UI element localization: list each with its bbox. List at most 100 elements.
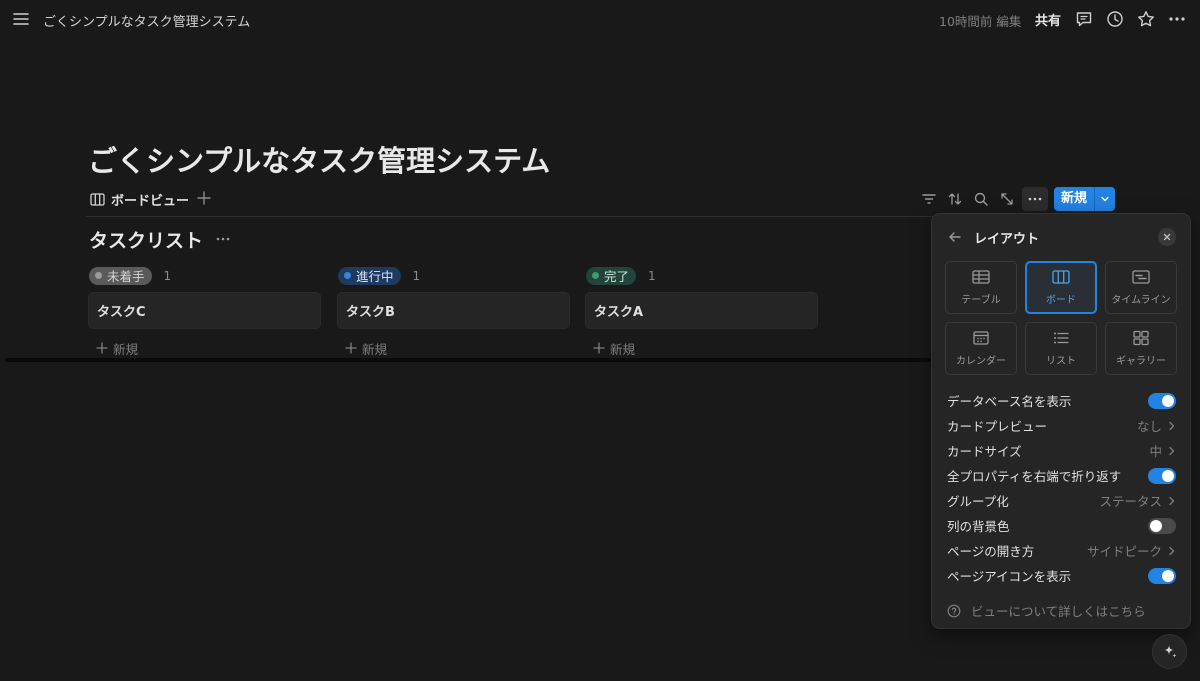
setting-value[interactable]: なし	[1137, 416, 1176, 435]
setting-label: 列の背景色	[947, 519, 1010, 534]
database-title[interactable]: タスクリスト	[89, 226, 203, 253]
layout-option-table[interactable]: テーブル	[945, 261, 1017, 314]
close-icon[interactable]	[1158, 228, 1176, 246]
help-link[interactable]: ビューについて詳しくはこちら	[947, 601, 1146, 620]
top-bar: ごくシンプルなタスク管理システム 10時間前 編集 共有	[0, 0, 1200, 38]
setting-card-preview[interactable]: カードプレビュー なし	[932, 413, 1190, 438]
setting-value-text: ステータス	[1099, 494, 1162, 509]
setting-card-size[interactable]: カードサイズ 中	[932, 438, 1190, 463]
layout-option-timeline[interactable]: タイムライン	[1105, 261, 1177, 314]
column-new-button[interactable]: 新規	[338, 338, 569, 358]
layout-option-gallery[interactable]: ギャラリー	[1105, 322, 1177, 375]
setting-label: ページアイコンを表示	[947, 569, 1072, 584]
new-button-label[interactable]: 新規	[1054, 187, 1094, 211]
hamburger-menu-icon[interactable]	[12, 10, 30, 28]
table-icon	[972, 269, 990, 285]
breadcrumb-title[interactable]: ごくシンプルなタスク管理システム	[43, 11, 250, 30]
search-icon[interactable]	[973, 191, 989, 207]
layout-options: テーブル ボード タイムライン カレンダー リスト ギャラリー	[945, 261, 1177, 375]
toggle-switch[interactable]	[1148, 467, 1176, 484]
column-new-button[interactable]: 新規	[89, 338, 320, 358]
setting-value[interactable]: ステータス	[1099, 491, 1176, 510]
setting-label: カードサイズ	[947, 444, 1022, 459]
column-header: 完了 1	[586, 266, 817, 285]
column-count: 1	[648, 268, 656, 283]
expand-icon[interactable]	[999, 191, 1015, 207]
setting-label: カードプレビュー	[947, 419, 1048, 434]
setting-show-page-icon[interactable]: ページアイコンを表示	[932, 563, 1190, 588]
status-badge[interactable]: 進行中	[338, 266, 401, 285]
tab-board-view[interactable]: ボードビュー	[90, 189, 189, 209]
ai-assistant-button[interactable]	[1153, 635, 1186, 668]
status-label: 未着手	[107, 269, 145, 284]
chevron-right-icon	[1168, 421, 1176, 431]
column-new-label: 新規	[362, 341, 388, 357]
setting-label: 全プロパティを右端で折り返す	[947, 469, 1122, 484]
sparkle-icon	[1162, 644, 1178, 660]
layout-option-label: テーブル	[961, 295, 1001, 306]
layout-option-label: リスト	[1046, 356, 1076, 367]
setting-open-pages-in[interactable]: ページの開き方 サイドピーク	[932, 538, 1190, 563]
layout-option-label: タイムライン	[1111, 295, 1171, 306]
gallery-icon	[1132, 330, 1150, 346]
setting-group-by[interactable]: グループ化 ステータス	[932, 488, 1190, 513]
layout-option-label: ギャラリー	[1116, 356, 1166, 367]
task-card[interactable]: タスクA	[586, 293, 817, 328]
column-count: 1	[412, 268, 421, 283]
chevron-right-icon	[1168, 496, 1176, 506]
calendar-icon	[972, 330, 990, 346]
plus-icon	[344, 341, 358, 355]
layout-option-list[interactable]: リスト	[1025, 322, 1097, 375]
filter-icon[interactable]	[921, 191, 937, 207]
status-badge[interactable]: 完了	[586, 266, 637, 285]
more-options-button[interactable]	[1022, 187, 1048, 211]
add-view-icon[interactable]	[196, 190, 212, 206]
toggle-switch[interactable]	[1148, 517, 1176, 534]
plus-icon	[592, 341, 606, 355]
setting-value[interactable]: サイドピーク	[1087, 541, 1176, 560]
more-horizontal-icon[interactable]	[1168, 10, 1186, 28]
board-icon	[1052, 269, 1070, 285]
history-clock-icon[interactable]	[1106, 10, 1124, 28]
setting-column-background[interactable]: 列の背景色	[932, 513, 1190, 538]
status-dot-icon	[95, 272, 102, 279]
layout-option-label: カレンダー	[956, 356, 1006, 367]
timeline-icon	[1132, 269, 1150, 285]
star-icon[interactable]	[1137, 10, 1155, 28]
comment-icon[interactable]	[1075, 10, 1093, 28]
layout-option-board[interactable]: ボード	[1025, 261, 1097, 314]
list-icon	[1052, 330, 1070, 346]
column-new-button[interactable]: 新規	[586, 338, 817, 358]
task-card[interactable]: タスクB	[338, 293, 569, 328]
view-divider	[86, 216, 938, 217]
status-label: 進行中	[356, 269, 394, 284]
setting-wrap-all-properties[interactable]: 全プロパティを右端で折り返す	[932, 463, 1190, 488]
last-edited-text: 10時間前 編集	[939, 14, 1022, 29]
status-badge[interactable]: 未着手	[89, 266, 152, 285]
status-dot-icon	[344, 272, 351, 279]
database-more-icon[interactable]	[215, 231, 231, 247]
layout-option-calendar[interactable]: カレンダー	[945, 322, 1017, 375]
board-column-done: 完了 1 タスクA 新規	[586, 266, 817, 358]
setting-value-text: 中	[1149, 444, 1162, 459]
task-card[interactable]: タスクC	[89, 293, 320, 328]
column-header: 未着手 1	[89, 266, 320, 285]
board-column-in-progress: 進行中 1 タスクB 新規	[338, 266, 569, 358]
toggle-switch[interactable]	[1148, 392, 1176, 409]
toggle-switch[interactable]	[1148, 567, 1176, 584]
board-column-not-started: 未着手 1 タスクC 新規	[89, 266, 320, 358]
layout-panel: レイアウト テーブル ボード タイムライン カレンダー リスト ギャラリー デー…	[932, 214, 1190, 628]
chevron-down-icon[interactable]	[1095, 187, 1115, 211]
page-title[interactable]: ごくシンプルなタスク管理システム	[88, 138, 550, 180]
horizontal-scrollbar[interactable]	[5, 358, 935, 362]
arrow-left-icon[interactable]	[947, 229, 963, 245]
help-link-label: ビューについて詳しくはこちら	[971, 604, 1146, 619]
setting-show-database-name[interactable]: データベース名を表示	[932, 388, 1190, 413]
sort-icon[interactable]	[947, 191, 963, 207]
share-button[interactable]: 共有	[1035, 10, 1061, 29]
setting-label: データベース名を表示	[947, 394, 1072, 409]
layout-settings: データベース名を表示 カードプレビュー なし カードサイズ 中 全プロパティを右…	[932, 388, 1190, 588]
new-button[interactable]: 新規	[1054, 187, 1115, 211]
setting-value[interactable]: 中	[1149, 441, 1176, 460]
plus-icon	[95, 341, 109, 355]
